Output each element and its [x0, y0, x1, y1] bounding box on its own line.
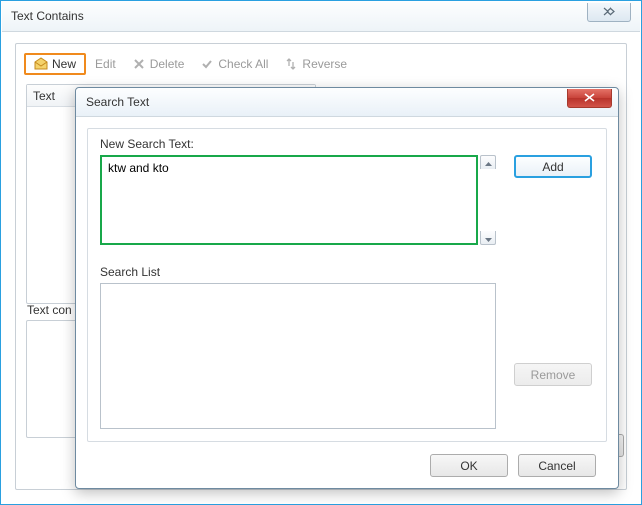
- reverse-label: Reverse: [302, 57, 347, 71]
- chevron-up-icon: [485, 156, 492, 170]
- cancel-label: Cancel: [538, 459, 575, 473]
- new-search-text-frame: [100, 155, 478, 245]
- delete-button[interactable]: Delete: [125, 53, 192, 75]
- spin-down-button[interactable]: [480, 231, 496, 245]
- new-icon: [34, 57, 48, 71]
- remove-button[interactable]: Remove: [514, 363, 592, 386]
- reverse-icon: [284, 57, 298, 71]
- ok-label: OK: [460, 459, 477, 473]
- dialog-body: New Search Text: Add Search List Remove: [87, 128, 607, 442]
- spin-up-button[interactable]: [480, 155, 496, 169]
- delete-icon: [132, 57, 146, 71]
- remove-label: Remove: [531, 368, 576, 382]
- delete-label: Delete: [150, 57, 185, 71]
- dialog-footer: OK Cancel: [76, 442, 618, 488]
- close-icon: [584, 91, 595, 105]
- search-list[interactable]: [100, 283, 496, 429]
- edit-label: Edit: [95, 57, 116, 71]
- outer-close-button[interactable]: [587, 3, 631, 22]
- dialog-titlebar: Search Text: [76, 88, 618, 117]
- edit-button[interactable]: Edit: [88, 53, 123, 75]
- dialog-close-button[interactable]: [567, 89, 612, 108]
- chevron-down-icon: [485, 231, 492, 245]
- check-icon: [200, 57, 214, 71]
- close-x-icon: [603, 5, 615, 19]
- new-label: New: [52, 57, 76, 71]
- add-button[interactable]: Add: [514, 155, 592, 178]
- check-all-label: Check All: [218, 57, 268, 71]
- new-button[interactable]: New: [24, 53, 86, 75]
- reverse-button[interactable]: Reverse: [277, 53, 354, 75]
- ok-button[interactable]: OK: [430, 454, 508, 477]
- outer-title: Text Contains: [11, 9, 84, 23]
- text-contains-label: Text con: [27, 303, 72, 317]
- cancel-button[interactable]: Cancel: [518, 454, 596, 477]
- check-all-button[interactable]: Check All: [193, 53, 275, 75]
- add-label: Add: [542, 160, 563, 174]
- new-search-text-label: New Search Text:: [100, 137, 194, 151]
- outer-titlebar: Text Contains: [2, 2, 640, 32]
- search-list-label: Search List: [100, 265, 160, 279]
- search-text-dialog: Search Text New Search Text: Add Search …: [75, 87, 619, 489]
- toolbar: New Edit Delete Check All Reverse: [24, 52, 618, 76]
- new-search-text-input[interactable]: [102, 157, 476, 243]
- dialog-title: Search Text: [86, 95, 149, 109]
